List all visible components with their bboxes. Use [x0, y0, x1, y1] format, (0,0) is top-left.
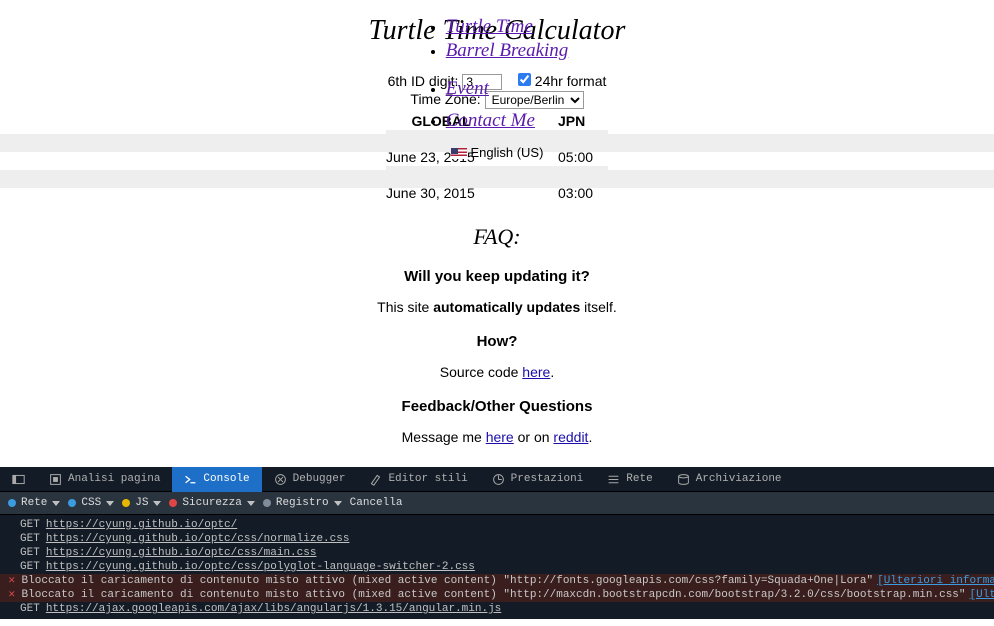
faq-a3-pre: Message me: [402, 429, 486, 445]
filter-net-label: Rete: [21, 497, 47, 509]
get-label: GET: [20, 533, 40, 545]
filter-js[interactable]: JS: [122, 497, 161, 509]
devtools-toolbar: Analisi pagina Console Debugger Editor s…: [0, 467, 994, 492]
faq-a3-post: .: [588, 429, 592, 445]
language-label: English (US): [470, 145, 543, 160]
tab-style-editor[interactable]: Editor stili: [357, 467, 479, 492]
devtools-side-toggle[interactable]: [0, 467, 37, 492]
nav-event[interactable]: Event: [446, 78, 489, 99]
console-url[interactable]: https://cyung.github.io/optc/css/main.cs…: [46, 547, 317, 559]
network-icon: [607, 473, 620, 486]
faq-a2-pre: Source code: [440, 364, 523, 380]
tab-storage-label: Archiviazione: [696, 473, 782, 485]
tab-inspector-label: Analisi pagina: [68, 473, 160, 485]
get-label: GET: [20, 561, 40, 573]
tab-console[interactable]: Console: [172, 467, 261, 492]
console-filter-bar: Rete CSS JS Sicurezza Registro Cancella: [0, 492, 994, 515]
faq-a2: Source code here.: [0, 364, 994, 380]
get-label: GET: [20, 603, 40, 615]
tab-network[interactable]: Rete: [595, 467, 664, 492]
console-url[interactable]: https://ajax.googleapis.com/ajax/libs/an…: [46, 603, 501, 615]
more-info-link[interactable]: [Ulteriori informazioni]: [970, 589, 994, 601]
language-selector[interactable]: English (US): [0, 144, 994, 160]
clear-label: Cancella: [350, 497, 403, 509]
filter-css[interactable]: CSS: [68, 497, 114, 509]
filter-logging[interactable]: Registro: [263, 497, 342, 509]
more-info-link[interactable]: [Ulteriori informazioni]: [877, 575, 994, 587]
message-here-link[interactable]: here: [486, 429, 514, 445]
console-url[interactable]: https://cyung.github.io/optc/css/polyglo…: [46, 561, 475, 573]
dot-icon: [8, 499, 16, 507]
faq-q3: Feedback/Other Questions: [0, 398, 994, 415]
tab-performance[interactable]: Prestazioni: [480, 467, 596, 492]
faq-q2: How?: [0, 333, 994, 350]
error-x-icon: ✕: [8, 576, 16, 586]
inspector-icon: [49, 473, 62, 486]
chevron-down-icon: [247, 501, 255, 506]
faq-a3: Message me here or on reddit.: [0, 429, 994, 445]
chevron-down-icon: [106, 501, 114, 506]
tab-debugger[interactable]: Debugger: [262, 467, 358, 492]
filter-logging-label: Registro: [276, 497, 329, 509]
console-line: GET https://cyung.github.io/optc/css/main…: [0, 546, 994, 560]
console-error-msg: Bloccato il caricamento di contenuto mis…: [22, 589, 966, 601]
tab-console-label: Console: [203, 473, 249, 485]
filter-net[interactable]: Rete: [8, 497, 60, 509]
faq-a1-bold: automatically updates: [433, 299, 580, 315]
console-icon: [184, 473, 197, 486]
tab-style-editor-label: Editor stili: [388, 473, 467, 485]
nav-barrel-breaking[interactable]: Barrel Breaking: [446, 40, 569, 61]
get-label: GET: [20, 547, 40, 559]
tab-performance-label: Prestazioni: [511, 473, 584, 485]
console-line: GET https://cyung.github.io/optc/: [0, 518, 994, 532]
dot-icon: [263, 499, 271, 507]
get-label: GET: [20, 519, 40, 531]
console-line: GET https://cyung.github.io/optc/css/norm…: [0, 532, 994, 546]
filter-js-label: JS: [135, 497, 148, 509]
chevron-down-icon: [52, 501, 60, 506]
faq-a1-pre: This site: [377, 299, 433, 315]
filter-css-label: CSS: [81, 497, 101, 509]
performance-icon: [492, 473, 505, 486]
reddit-link[interactable]: reddit: [553, 429, 588, 445]
console-output: GET https://cyung.github.io/optc/ GET http…: [0, 515, 994, 619]
panel-icon: [12, 473, 25, 486]
error-x-icon: ✕: [8, 590, 16, 600]
faq-a2-post: .: [550, 364, 554, 380]
dot-icon: [122, 499, 130, 507]
console-error-line: ✕ Bloccato il caricamento di contenuto mi…: [0, 574, 994, 588]
dot-icon: [68, 499, 76, 507]
console-error-msg: Bloccato il caricamento di contenuto mis…: [22, 575, 874, 587]
storage-icon: [677, 473, 690, 486]
tab-storage[interactable]: Archiviazione: [665, 467, 794, 492]
style-editor-icon: [369, 473, 382, 486]
nav-overlay: Turtle Time Barrel Breaking Event Contac…: [0, 14, 994, 160]
faq-q1: Will you keep updating it?: [0, 268, 994, 285]
faq-a3-mid: or on: [514, 429, 554, 445]
chevron-down-icon: [153, 501, 161, 506]
dot-icon: [169, 499, 177, 507]
faq-a1-post: itself.: [580, 299, 617, 315]
chevron-down-icon: [334, 501, 342, 506]
nav-contact-me[interactable]: Contact Me: [446, 110, 535, 131]
filter-security[interactable]: Sicurezza: [169, 497, 254, 509]
debugger-icon: [274, 473, 287, 486]
faq-heading: FAQ:: [0, 224, 994, 250]
filter-security-label: Sicurezza: [182, 497, 241, 509]
us-flag-icon: [451, 148, 467, 159]
clear-button[interactable]: Cancella: [350, 497, 403, 509]
tab-network-label: Rete: [626, 473, 652, 485]
tab-debugger-label: Debugger: [293, 473, 346, 485]
console-line: GET https://ajax.googleapis.com/ajax/libs…: [0, 602, 994, 616]
tab-inspector[interactable]: Analisi pagina: [37, 467, 172, 492]
source-code-link[interactable]: here: [522, 364, 550, 380]
console-line: GET https://cyung.github.io/optc/css/poly…: [0, 560, 994, 574]
faq-a1: This site automatically updates itself.: [0, 299, 994, 315]
nav-turtle-time[interactable]: Turtle Time: [446, 16, 533, 37]
devtools-panel: Analisi pagina Console Debugger Editor s…: [0, 467, 994, 619]
console-url[interactable]: https://cyung.github.io/optc/: [46, 519, 237, 531]
console-url[interactable]: https://cyung.github.io/optc/css/normali…: [46, 533, 350, 545]
